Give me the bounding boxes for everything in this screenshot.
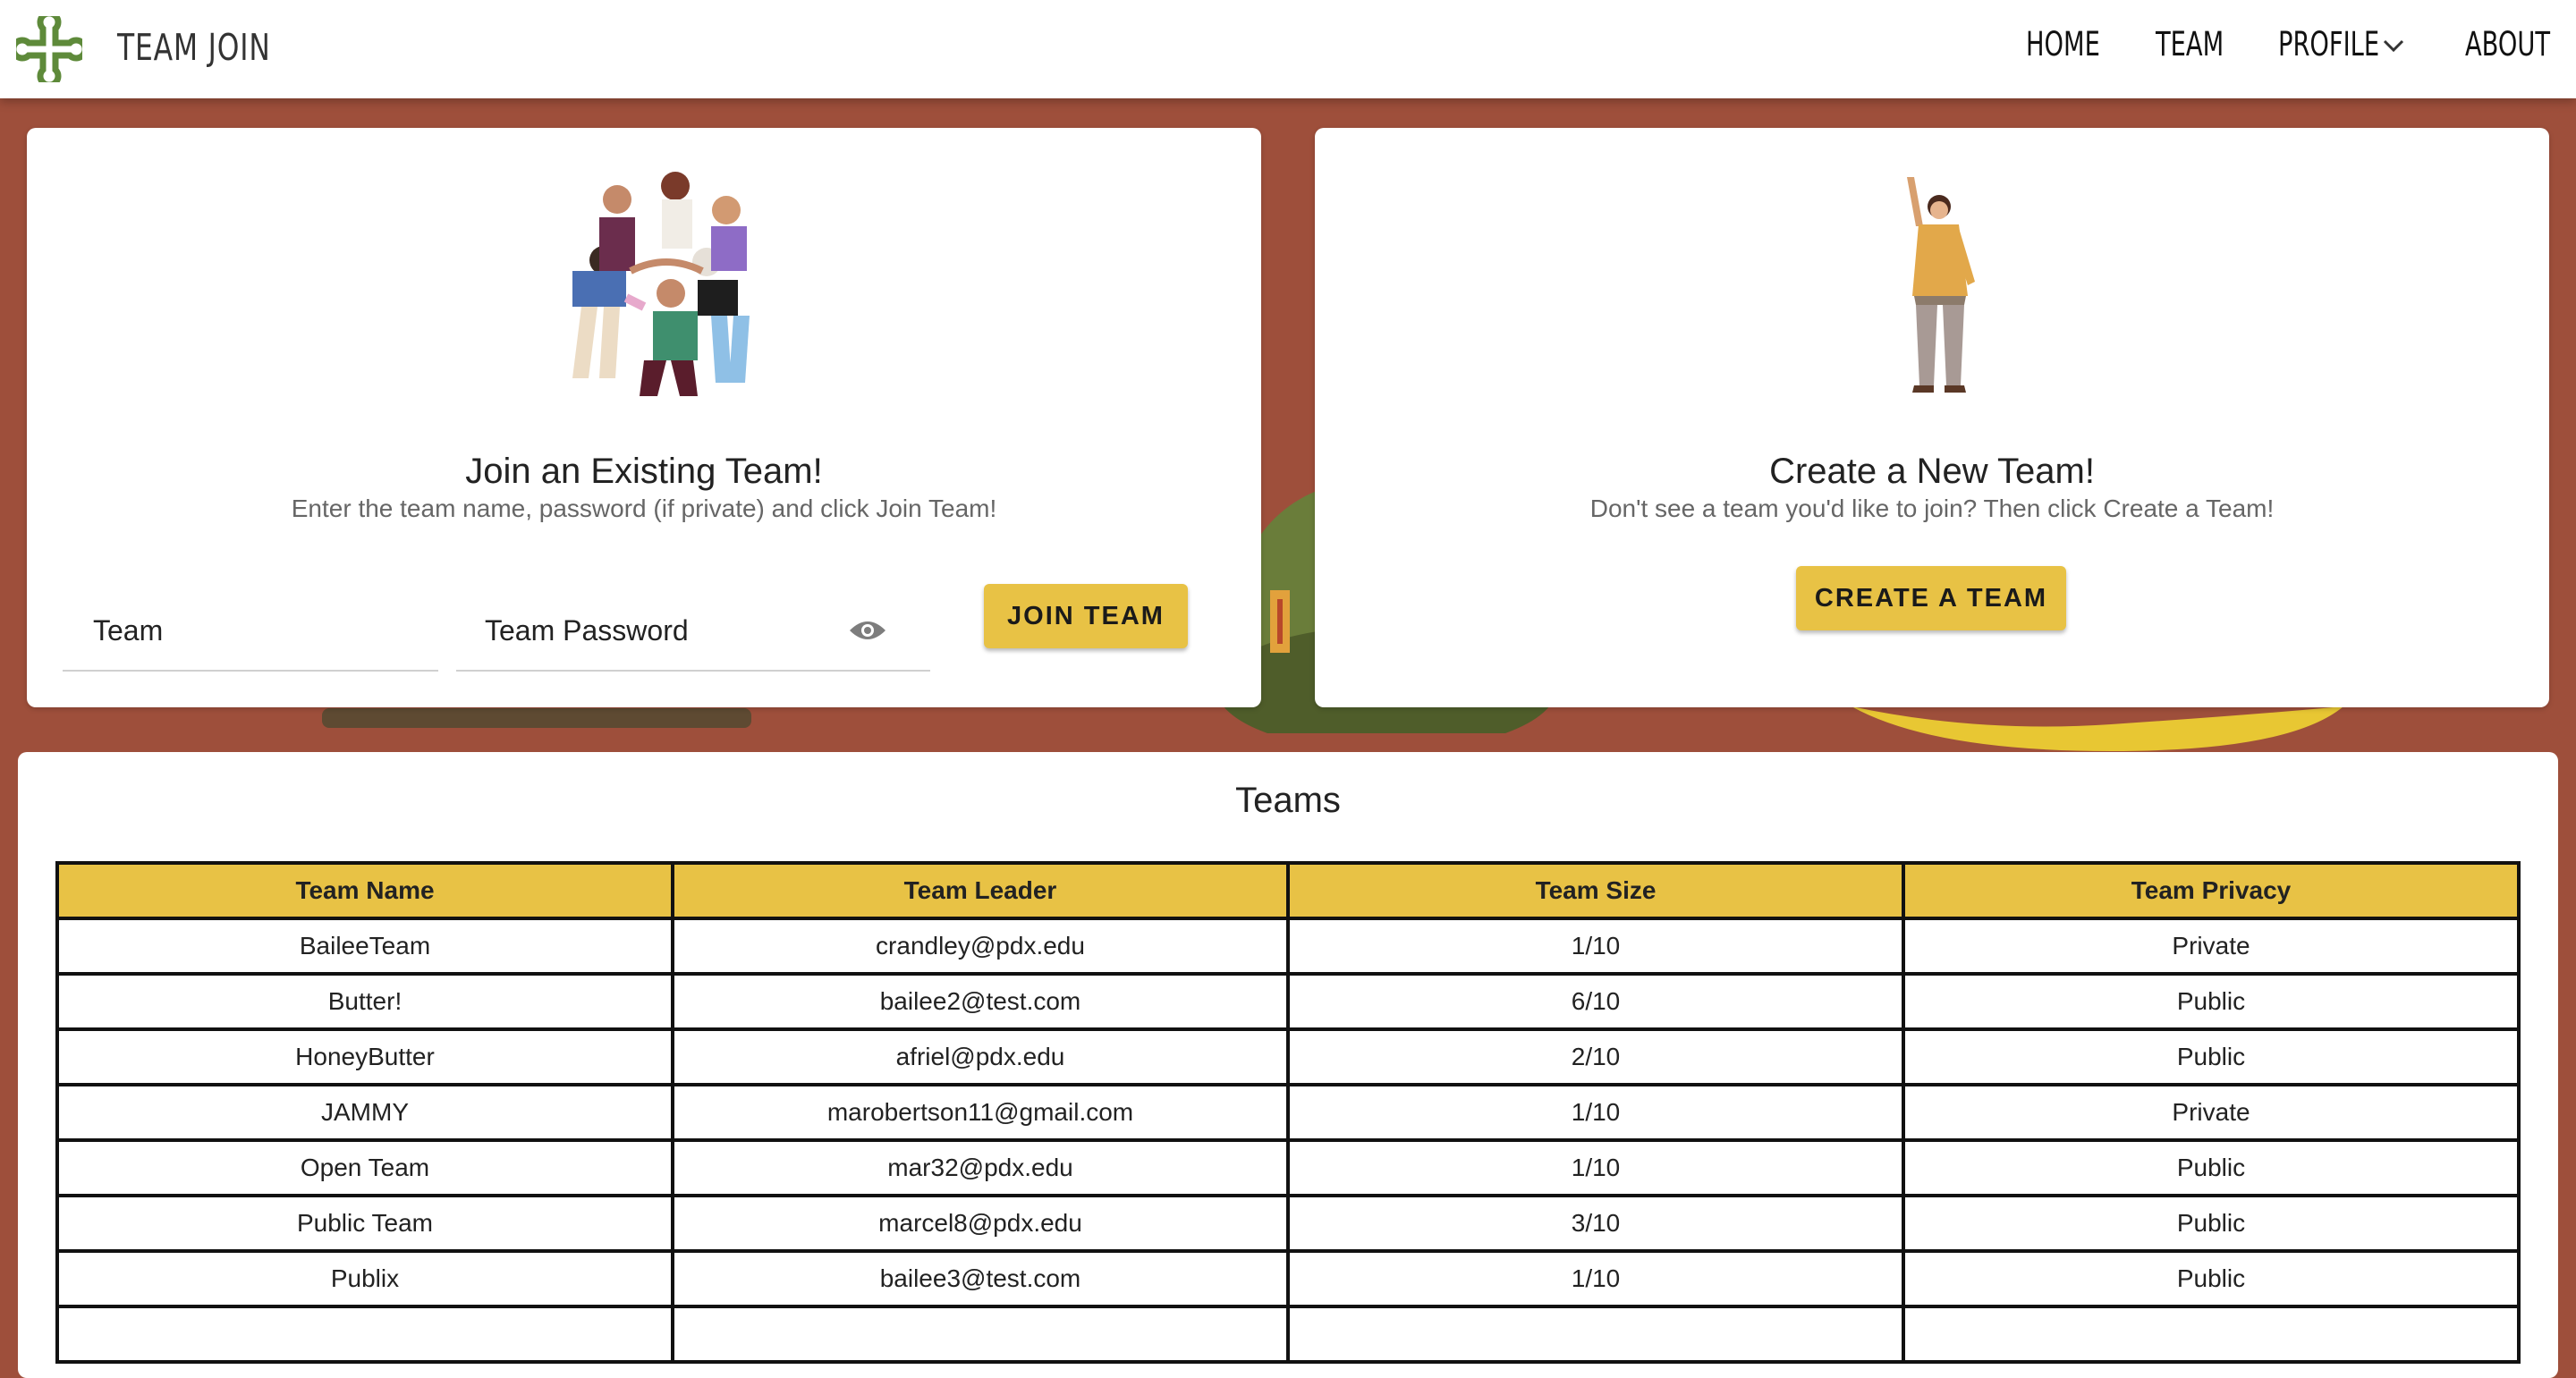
table-row[interactable]: JAMMY marobertson11@gmail.com 1/10 Priva…	[55, 1083, 2521, 1142]
team-name-field[interactable]: Team	[63, 580, 438, 672]
team-privacy-cell: Private	[1902, 917, 2521, 976]
waving-person-illustration	[1907, 177, 1975, 393]
team-name-cell: JAMMY	[55, 1083, 674, 1142]
team-name-field-label: Team	[93, 614, 164, 647]
main-nav: HOME TEAM PROFILE ABOUT	[1995, 25, 2550, 73]
column-header-team-leader[interactable]: Team Leader	[671, 861, 1290, 920]
eye-icon[interactable]	[848, 618, 887, 643]
team-leader-cell: bailee3@test.com	[671, 1249, 1290, 1308]
team-leader-cell: marobertson11@gmail.com	[671, 1083, 1290, 1142]
team-name-cell: Publix	[55, 1249, 674, 1308]
team-size-cell: 6/10	[1286, 972, 1905, 1031]
team-password-field[interactable]: Team Password	[456, 580, 930, 672]
teams-table-header-row: Team Name Team Leader Team Size Team Pri…	[55, 861, 2521, 920]
team-name-cell: Public Team	[55, 1194, 674, 1253]
team-privacy-cell: Public	[1902, 1138, 2521, 1197]
team-size-cell: 1/10	[1286, 1249, 1905, 1308]
join-team-button[interactable]: JOIN TEAM	[984, 584, 1188, 648]
team-size-cell: 2/10	[1286, 1027, 1905, 1086]
nav-team[interactable]: TEAM	[2156, 25, 2224, 63]
team-password-field-label: Team Password	[485, 614, 689, 647]
team-join-logo-icon[interactable]	[16, 16, 82, 82]
join-card-subtitle: Enter the team name, password (if privat…	[291, 495, 997, 522]
join-team-card: Join an Existing Team! Enter the team na…	[27, 128, 1261, 707]
column-header-team-size[interactable]: Team Size	[1286, 861, 1905, 920]
chevron-down-icon[interactable]	[2382, 38, 2405, 54]
nav-about[interactable]: ABOUT	[2465, 25, 2550, 63]
group-of-people-illustration	[572, 172, 750, 396]
top-navbar: TEAM JOIN HOME TEAM PROFILE ABOUT	[0, 0, 2576, 98]
team-name-cell: Butter!	[55, 972, 674, 1031]
team-name-cell: HoneyButter	[55, 1027, 674, 1086]
column-header-team-name[interactable]: Team Name	[55, 861, 674, 920]
team-privacy-cell: Private	[1902, 1083, 2521, 1142]
create-team-card: Create a New Team! Don't see a team you'…	[1315, 128, 2549, 707]
table-row[interactable]: HoneyButter afriel@pdx.edu 2/10 Public	[55, 1027, 2521, 1086]
team-leader-cell: crandley@pdx.edu	[671, 917, 1290, 976]
join-card-title: Join an Existing Team!	[465, 452, 823, 491]
create-card-title: Create a New Team!	[1769, 452, 2095, 491]
team-privacy-cell: Public	[1902, 1027, 2521, 1086]
create-card-subtitle: Don't see a team you'd like to join? The…	[1589, 495, 2275, 522]
team-size-cell: 1/10	[1286, 917, 1905, 976]
nav-profile-label: PROFILE	[2278, 25, 2380, 63]
team-privacy-cell: Public	[1902, 972, 2521, 1031]
team-privacy-cell: Public	[1902, 1249, 2521, 1308]
table-row[interactable]: Open Team mar32@pdx.edu 1/10 Public	[55, 1138, 2521, 1197]
table-row[interactable]: Public Team marcel8@pdx.edu 3/10 Public	[55, 1194, 2521, 1253]
brand-title[interactable]: TEAM JOIN	[117, 26, 271, 69]
table-row[interactable]: Butter! bailee2@test.com 6/10 Public	[55, 972, 2521, 1031]
teams-panel: Teams Team Name Team Leader Team Size Te…	[18, 752, 2558, 1378]
table-row[interactable]: BaileeTeam crandley@pdx.edu 1/10 Private	[55, 917, 2521, 976]
team-size-cell: 3/10	[1286, 1194, 1905, 1253]
create-team-button[interactable]: CREATE A TEAM	[1796, 566, 2066, 630]
nav-home[interactable]: HOME	[2026, 25, 2100, 63]
team-leader-cell: bailee2@test.com	[671, 972, 1290, 1031]
team-name-cell: Open Team	[55, 1138, 674, 1197]
team-size-cell: 1/10	[1286, 1138, 1905, 1197]
nav-profile[interactable]: PROFILE	[2278, 25, 2379, 63]
team-leader-cell: afriel@pdx.edu	[671, 1027, 1290, 1086]
table-row[interactable]: Publix bailee3@test.com 1/10 Public	[55, 1249, 2521, 1308]
team-privacy-cell: Public	[1902, 1194, 2521, 1253]
teams-table: Team Name Team Leader Team Size Team Pri…	[55, 861, 2521, 1364]
teams-title: Teams	[1235, 781, 1341, 820]
team-name-cell: BaileeTeam	[55, 917, 674, 976]
team-leader-cell: marcel8@pdx.edu	[671, 1194, 1290, 1253]
column-header-team-privacy[interactable]: Team Privacy	[1902, 861, 2521, 920]
team-leader-cell: mar32@pdx.edu	[671, 1138, 1290, 1197]
team-size-cell: 1/10	[1286, 1083, 1905, 1142]
